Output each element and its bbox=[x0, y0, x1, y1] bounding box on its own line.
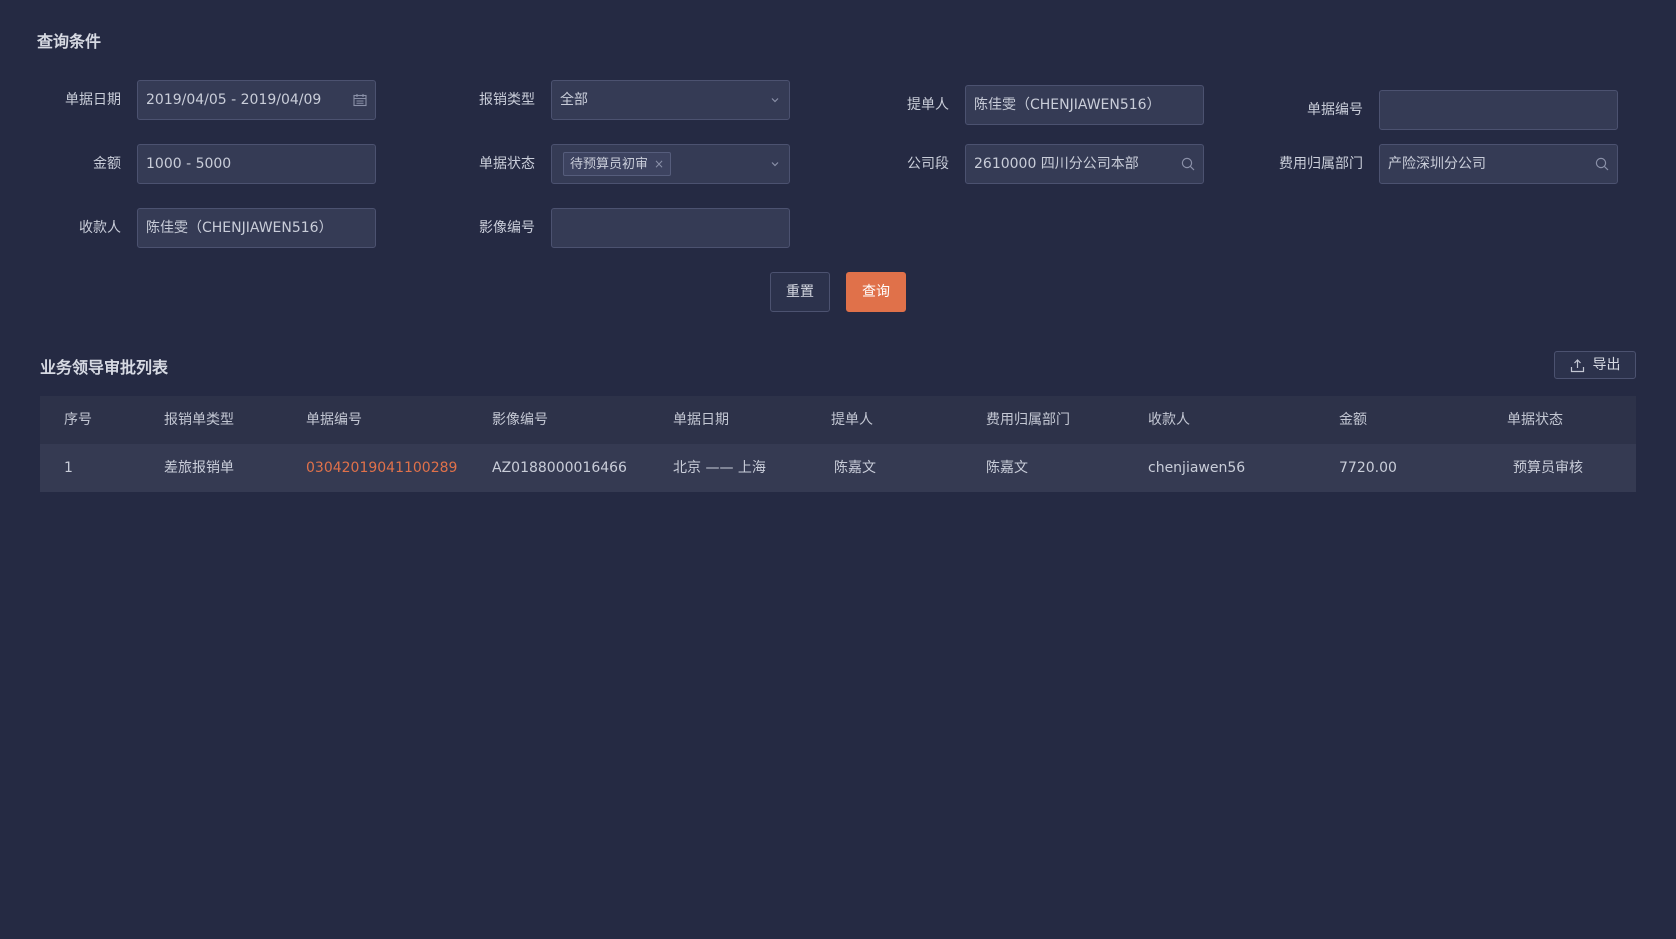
expense-type-value: 全部 bbox=[560, 92, 588, 108]
search-icon[interactable] bbox=[1595, 145, 1609, 183]
row-expense-type: 差旅报销单 bbox=[164, 460, 234, 476]
submitter-value: 陈佳雯（CHENJIAWEN516） bbox=[974, 97, 1161, 113]
submitter-input[interactable]: 陈佳雯（CHENJIAWEN516） bbox=[965, 85, 1204, 125]
cost-dept-search-input[interactable]: 产险深圳分公司 bbox=[1379, 144, 1618, 184]
query-section-title: 查询条件 bbox=[37, 32, 102, 51]
doc-status-tag: 待预算员初审 × bbox=[563, 152, 672, 176]
doc-status-multiselect[interactable]: 待预算员初审 × bbox=[551, 144, 790, 184]
doc-date-label: 单据日期 bbox=[65, 92, 121, 108]
row-index: 1 bbox=[64, 460, 73, 476]
expense-type-label: 报销类型 bbox=[479, 92, 535, 108]
row-submitter: 陈嘉文 bbox=[834, 460, 876, 476]
payee-label: 收款人 bbox=[79, 220, 121, 236]
column-header: 影像编号 bbox=[492, 412, 548, 428]
row-doc-date: 北京 —— 上海 bbox=[673, 460, 766, 476]
column-header: 单据日期 bbox=[673, 412, 729, 428]
cost-dept-label: 费用归属部门 bbox=[1279, 156, 1363, 172]
amount-label: 金额 bbox=[93, 156, 121, 172]
table-row[interactable]: 1 差旅报销单 03042019041100289 AZ018800001646… bbox=[40, 444, 1636, 492]
row-amount: 7720.00 bbox=[1339, 460, 1397, 476]
image-number-input[interactable] bbox=[551, 208, 790, 248]
list-section-title: 业务领导审批列表 bbox=[40, 358, 169, 377]
company-value: 2610000 四川分公司本部 bbox=[974, 156, 1139, 172]
column-header: 收款人 bbox=[1148, 412, 1190, 428]
submitter-label: 提单人 bbox=[907, 97, 949, 113]
doc-date-range-picker[interactable]: 2019/04/05 - 2019/04/09 bbox=[137, 80, 376, 120]
doc-number-input[interactable] bbox=[1379, 90, 1618, 130]
row-image-number: AZ0188000016466 bbox=[492, 460, 627, 476]
export-label: 导出 bbox=[1592, 357, 1621, 373]
doc-status-label: 单据状态 bbox=[479, 156, 535, 172]
expense-type-select[interactable]: 全部 bbox=[551, 80, 790, 120]
cost-dept-value: 产险深圳分公司 bbox=[1388, 156, 1486, 172]
doc-number-label: 单据编号 bbox=[1307, 102, 1363, 118]
column-header: 序号 bbox=[64, 412, 92, 428]
row-doc-number-link[interactable]: 03042019041100289 bbox=[306, 444, 457, 492]
search-icon[interactable] bbox=[1181, 145, 1195, 183]
amount-range-input[interactable]: 1000 - 5000 bbox=[137, 144, 376, 184]
column-header: 费用归属部门 bbox=[986, 412, 1070, 428]
upload-icon bbox=[1570, 358, 1585, 373]
payee-value: 陈佳雯（CHENJIAWEN516） bbox=[146, 220, 333, 236]
column-header: 单据编号 bbox=[306, 412, 362, 428]
company-label: 公司段 bbox=[907, 156, 949, 172]
reset-button[interactable]: 重置 bbox=[770, 272, 830, 312]
payee-input[interactable]: 陈佳雯（CHENJIAWEN516） bbox=[137, 208, 376, 248]
export-button[interactable]: 导出 bbox=[1554, 351, 1636, 379]
column-header: 单据状态 bbox=[1507, 412, 1563, 428]
tag-close-icon[interactable]: × bbox=[654, 157, 664, 171]
row-cost-dept: 陈嘉文 bbox=[986, 460, 1028, 476]
column-header: 金额 bbox=[1339, 412, 1367, 428]
row-doc-status: 预算员审核 bbox=[1513, 460, 1583, 476]
amount-value: 1000 - 5000 bbox=[146, 156, 232, 172]
image-number-label: 影像编号 bbox=[479, 220, 535, 236]
doc-date-value: 2019/04/05 - 2019/04/09 bbox=[146, 92, 322, 108]
column-header: 提单人 bbox=[831, 412, 873, 428]
chevron-down-icon bbox=[769, 81, 781, 119]
calendar-icon[interactable] bbox=[353, 81, 367, 119]
column-header: 报销单类型 bbox=[164, 412, 234, 428]
table-header: 序号 报销单类型 单据编号 影像编号 单据日期 提单人 费用归属部门 收款人 金… bbox=[40, 396, 1636, 444]
row-payee: chenjiawen56 bbox=[1148, 460, 1246, 476]
doc-status-tag-label: 待预算员初审 bbox=[570, 157, 649, 172]
approval-table: 序号 报销单类型 单据编号 影像编号 单据日期 提单人 费用归属部门 收款人 金… bbox=[40, 396, 1636, 492]
page: 查询条件 单据日期 2019/04/05 - 2019/04/09 报销类型 全… bbox=[0, 0, 1676, 939]
query-button[interactable]: 查询 bbox=[846, 272, 906, 312]
company-search-input[interactable]: 2610000 四川分公司本部 bbox=[965, 144, 1204, 184]
chevron-down-icon bbox=[769, 145, 781, 183]
